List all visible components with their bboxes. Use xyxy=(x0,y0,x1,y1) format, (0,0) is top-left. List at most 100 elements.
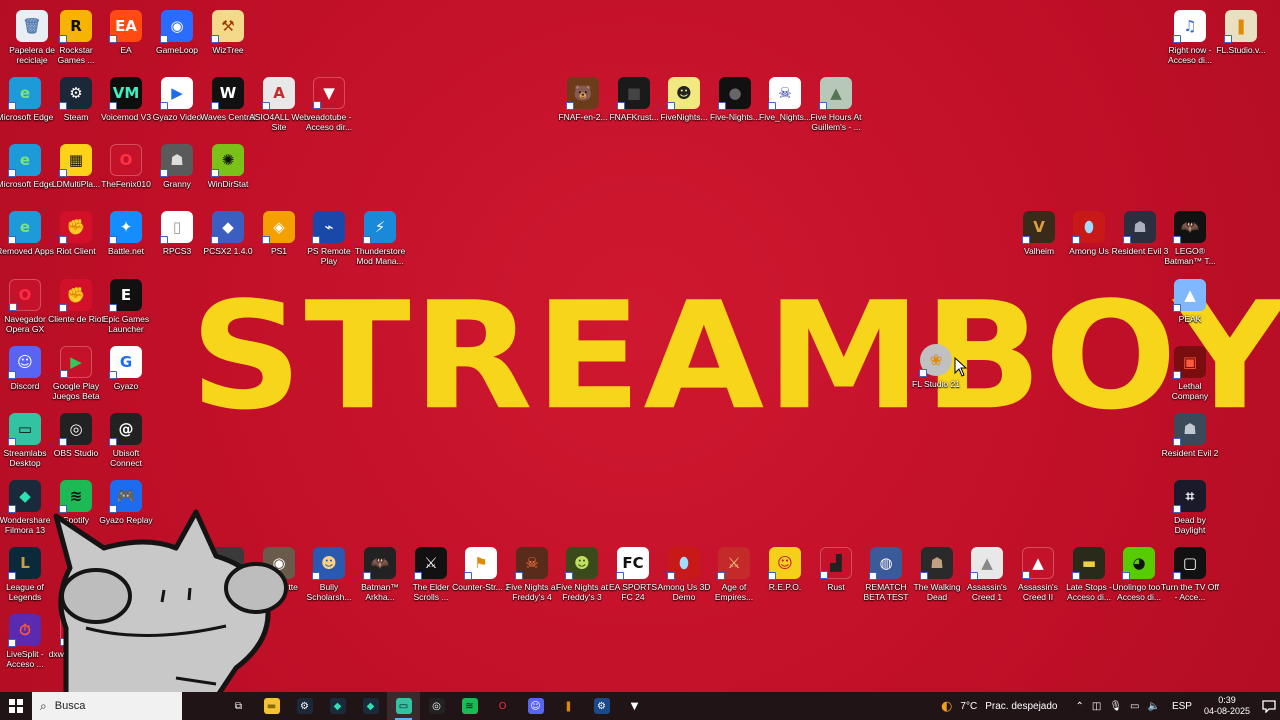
desktop-icon-windirstat[interactable]: ✺ WinDirStat xyxy=(200,140,256,204)
desktop-icon-streamlabs[interactable]: ▭ Streamlabs Desktop xyxy=(0,409,53,473)
taskbar-pin-flstudio[interactable]: ❚ xyxy=(552,692,585,720)
desktop-icon-lethal[interactable]: ▣ Lethal Company xyxy=(1162,342,1218,406)
taskbar-pin-spotify[interactable]: ≋ xyxy=(453,692,486,720)
desktop-icon-waves[interactable]: W Waves Central xyxy=(200,73,256,137)
turntv-icon: ▢ xyxy=(1173,547,1206,580)
desktop-icon-riot[interactable]: ✊ Riot Client xyxy=(48,207,104,271)
taskbar-pin-streamlabs[interactable]: ▭ xyxy=(387,692,420,720)
spotify-icon: ≋ xyxy=(461,698,478,714)
desktop-icon-aoe[interactable]: ⚔ Age of Empires... xyxy=(706,543,762,607)
taskbar-pin-steam2[interactable]: ⚙ xyxy=(585,692,618,720)
network-icon[interactable]: ▭ xyxy=(1130,701,1139,712)
twd-icon: ☗ xyxy=(920,547,953,580)
taskbar-pin-filmora[interactable]: ◆ xyxy=(321,692,354,720)
legobatman-icon: 🦇 xyxy=(1173,211,1206,244)
desktop-icon-legobatman[interactable]: 🦇 LEGO® Batman™ T... xyxy=(1162,207,1218,271)
desktop-icon-repo[interactable]: ☺ R.E.P.O. xyxy=(757,543,813,607)
language-indicator[interactable]: ESP xyxy=(1172,701,1192,712)
desktop-icon-rightnow[interactable]: ♫ Right now - Acceso di... xyxy=(1162,6,1218,70)
desktop-icon-edge1[interactable]: e Microsoft Edge xyxy=(0,73,53,137)
desktop-icon-peak[interactable]: ▲ PEAK xyxy=(1162,275,1218,339)
weather-temp[interactable]: 7°C xyxy=(960,701,977,712)
desktop-icon-label: WinDirStat xyxy=(207,179,249,189)
desktop-icon-label: Thunderstore Mod Mana... xyxy=(354,246,406,266)
desktop-icon-edge2[interactable]: e Microsoft Edge xyxy=(0,140,53,204)
taskbar-pin-obs[interactable]: ◎ xyxy=(420,692,453,720)
desktop-icon-ac2[interactable]: ▲ Assassin's Creed II xyxy=(1010,543,1066,607)
desktop-icon-ea[interactable]: EA EA xyxy=(98,6,154,70)
desktop-icon-gameloop[interactable]: ◉ GameLoop xyxy=(149,6,205,70)
desktop-icon-gyazovideo[interactable]: ▶ Gyazo Video xyxy=(149,73,205,137)
desktop-icon-re2[interactable]: ☗ Resident Evil 2 xyxy=(1162,409,1218,473)
notification-center-icon[interactable] xyxy=(1258,692,1280,720)
desktop-icon-amongus[interactable]: ⬮ Among Us xyxy=(1061,207,1117,271)
webcam-icon[interactable]: ◫ xyxy=(1092,701,1101,712)
desktop-icon-veadotube[interactable]: ▼ veadotube - Acceso dir... xyxy=(301,73,357,137)
ubisoft-icon: @ xyxy=(109,413,142,446)
microphone-icon[interactable]: 🎙 xyxy=(1109,701,1122,712)
desktop-icon-ubisoft[interactable]: @ Ubisoft Connect xyxy=(98,409,154,473)
desktop-icon-removed[interactable]: e Removed Apps xyxy=(0,207,54,271)
fivenights1-icon: ☻ xyxy=(667,77,700,110)
desktop-icon-unolingo[interactable]: ◕ Unolingo too - Acceso di... xyxy=(1111,543,1167,607)
start-button[interactable] xyxy=(0,692,32,720)
desktop-icon-voicemod[interactable]: VM Voicemod V3 xyxy=(98,73,154,137)
desktop-icon-rematch[interactable]: ◍ REMATCH BETA TEST xyxy=(858,543,914,607)
clock[interactable]: 0:39 04-08-2025 xyxy=(1204,695,1250,717)
taskbar-pin-taskview[interactable]: ⧉ xyxy=(222,692,255,720)
volume-icon[interactable]: 🔈 xyxy=(1147,701,1159,712)
desktop-icon-pcsx2[interactable]: ◆ PCSX2 1.4.0 xyxy=(200,207,256,271)
taskbar-search-box[interactable]: ⌕ Busca xyxy=(32,692,182,720)
desktop-icon-thunderstore[interactable]: ⚡ Thunderstore Mod Mana... xyxy=(352,207,408,271)
desktop-icon-epic[interactable]: E Epic Games Launcher xyxy=(98,275,154,339)
desktop-icon-opera[interactable]: O Navegador Opera GX xyxy=(0,275,53,339)
desktop-icon-steam[interactable]: ⚙ Steam xyxy=(48,73,104,137)
desktop-icon-valheim[interactable]: V Valheim xyxy=(1011,207,1067,271)
desktop-icon-rpcs3[interactable]: ▯ RPCS3 xyxy=(149,207,205,271)
search-icon: ⌕ xyxy=(40,698,47,713)
taskbar-pin-opera[interactable]: O xyxy=(486,692,519,720)
taskview-icon: ⧉ xyxy=(234,700,243,712)
taskbar-pin-explorer[interactable]: ▬ xyxy=(255,692,288,720)
unolingo-icon: ◕ xyxy=(1122,547,1155,580)
peak-icon: ▲ xyxy=(1173,279,1206,312)
taskbar-pin-veadotube[interactable]: ▼ xyxy=(618,692,651,720)
desktop-icon-turntv[interactable]: ▢ Turn the TV Off - Acce... xyxy=(1161,543,1219,607)
desktop-icon-granny[interactable]: ☗ Granny xyxy=(149,140,205,204)
desktop-icon-wiztree[interactable]: ⚒ WizTree xyxy=(200,6,256,70)
desktop-icon-gyazo[interactable]: G Gyazo xyxy=(98,342,154,406)
desktop-icon-label: Gyazo xyxy=(113,381,139,391)
obs-icon: ◎ xyxy=(428,698,445,714)
weather-text[interactable]: Prac. despejado xyxy=(985,701,1057,712)
taskbar-pin-filmora2[interactable]: ◆ xyxy=(354,692,387,720)
system-tray: ◐ 7°C Prac. despejado ⌃ ◫ 🎙 ▭ 🔈 ESP 0:39… xyxy=(937,692,1280,720)
desktop-icon-psremote[interactable]: ⌁ PS Remote Play xyxy=(301,207,357,271)
desktop-icon-fivenights1[interactable]: ☻ FiveNights... xyxy=(656,73,712,137)
chevron-up-icon[interactable]: ⌃ xyxy=(1075,701,1083,712)
taskbar-pin-discord[interactable]: ☺ xyxy=(519,692,552,720)
desktop-icon-googleplay[interactable]: ▶ Google Play Juegos Beta xyxy=(48,342,104,406)
desktop-icon-ldmulti[interactable]: ▦ LDMultiPla... xyxy=(48,140,104,204)
desktop-icon-fnaf3[interactable]: ☻ Five Nights at Freddy's 3 xyxy=(554,543,610,607)
desktop-icon-eafc24[interactable]: FC EA SPORTS FC 24 xyxy=(605,543,661,607)
desktop-icon-bully[interactable]: ☻ Bully Scholarsh... xyxy=(301,543,357,607)
rpcs3-icon: ▯ xyxy=(160,211,193,244)
desktop-icon-dbd[interactable]: ⌗ Dead by Daylight xyxy=(1162,476,1218,540)
desktop-icon-fnaf1[interactable]: 🐻 FNAF-en-2... xyxy=(555,73,611,137)
desktop-icon-fnafkrust[interactable]: ■ FNAFKrust... xyxy=(606,73,662,137)
desktop-icon-fivehours[interactable]: ▲ Five Hours At Guillem's - ... xyxy=(808,73,864,137)
desktop-icon-cs2[interactable]: ⚑ Counter-Str... 2 xyxy=(452,543,510,607)
desktop-icon-ac1[interactable]: ▲ Assassin's Creed 1 xyxy=(959,543,1015,607)
desktop-icon-skyrim[interactable]: ⚔ The Elder Scrolls ... xyxy=(403,543,459,607)
desktop-icon-batmanarkham[interactable]: 🦇 Batman™ Arkha... xyxy=(352,543,408,607)
desktop-icon-fivenights2[interactable]: ● Five-Nights... xyxy=(707,73,763,137)
riot-icon: ✊ xyxy=(59,211,92,244)
desktop-icon-thefenix[interactable]: O TheFenix010 xyxy=(98,140,154,204)
desktop-icon-fivenights3[interactable]: ☠ Five_Nights... xyxy=(757,73,813,137)
desktop-icon-flstudio_top[interactable]: ❚ FL.Studio.v... xyxy=(1213,6,1269,70)
desktop-icon-rockstar[interactable]: R Rockstar Games ... xyxy=(48,6,104,70)
desktop-icon-battlenet[interactable]: ✦ Battle.net xyxy=(98,207,154,271)
taskbar-pin-steam[interactable]: ⚙ xyxy=(288,692,321,720)
opera-icon: O xyxy=(9,279,41,311)
wiztree-icon: ⚒ xyxy=(211,10,244,43)
